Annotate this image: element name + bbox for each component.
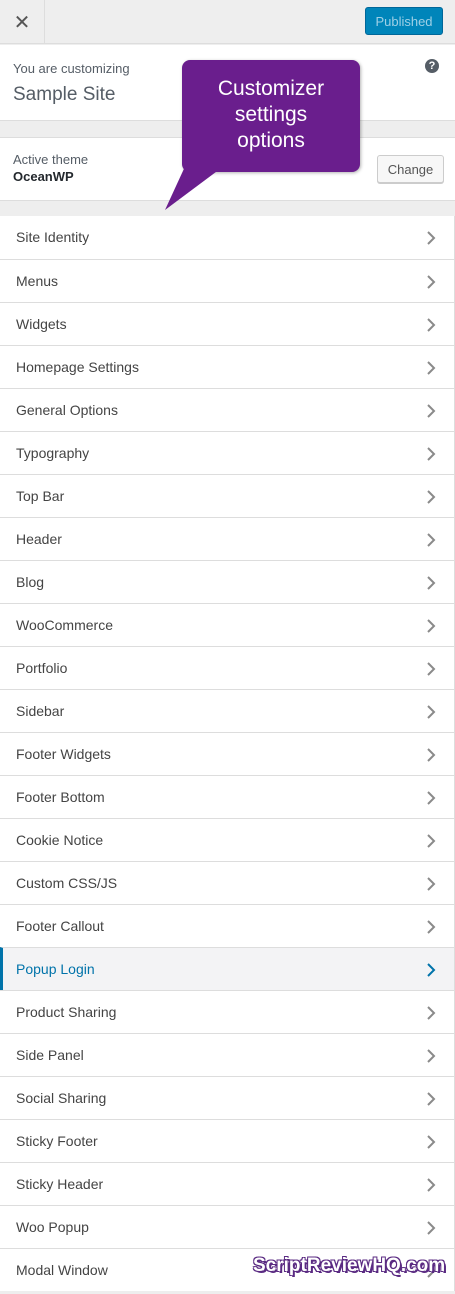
panel-item-label: Modal Window <box>16 1262 108 1278</box>
chevron-right-icon <box>426 876 436 892</box>
panel-item-label: Typography <box>16 445 90 461</box>
panel-item-footer-bottom[interactable]: Footer Bottom <box>0 775 455 818</box>
chevron-right-icon <box>426 919 436 935</box>
chevron-right-icon <box>426 1220 436 1236</box>
watermark: ScriptReviewHQ.com <box>253 1255 446 1276</box>
chevron-right-icon <box>426 962 436 978</box>
chevron-right-icon <box>426 704 436 720</box>
chevron-right-icon <box>426 274 436 290</box>
panel-item-label: Portfolio <box>16 660 68 676</box>
active-theme-name: OceanWP <box>13 169 74 184</box>
annotation-callout: Customizer settings options <box>182 60 360 172</box>
panel-item-label: Popup Login <box>16 961 95 977</box>
panel-item-social-sharing[interactable]: Social Sharing <box>0 1076 455 1119</box>
panel-item-label: WooCommerce <box>16 617 113 633</box>
chevron-right-icon <box>426 1091 436 1107</box>
panel-item-label: Footer Widgets <box>16 746 111 762</box>
panel-item-menus[interactable]: Menus <box>0 259 455 302</box>
chevron-right-icon <box>426 532 436 548</box>
active-theme-label: Active theme <box>13 152 89 167</box>
chevron-right-icon <box>426 661 436 677</box>
chevron-right-icon <box>426 833 436 849</box>
panel-item-homepage-settings[interactable]: Homepage Settings <box>0 345 455 388</box>
panel-item-sticky-header[interactable]: Sticky Header <box>0 1162 455 1205</box>
panel-item-sidebar[interactable]: Sidebar <box>0 689 455 732</box>
change-theme-button[interactable]: Change <box>377 155 444 183</box>
panel-item-site-identity[interactable]: Site Identity <box>0 216 455 259</box>
customizer-header: ✕ Published <box>0 0 455 44</box>
panel-item-product-sharing[interactable]: Product Sharing <box>0 990 455 1033</box>
panel-item-top-bar[interactable]: Top Bar <box>0 474 455 517</box>
panel-item-popup-login[interactable]: Popup Login <box>0 947 455 990</box>
panel-item-label: Footer Bottom <box>16 789 105 805</box>
panel-item-sticky-footer[interactable]: Sticky Footer <box>0 1119 455 1162</box>
callout-text: Customizer settings options <box>217 77 325 152</box>
panel-item-label: Social Sharing <box>16 1090 107 1106</box>
panel-item-label: Top Bar <box>16 488 65 504</box>
panel-item-typography[interactable]: Typography <box>0 431 455 474</box>
chevron-right-icon <box>426 790 436 806</box>
site-title: Sample Site <box>13 84 116 105</box>
chevron-right-icon <box>426 747 436 763</box>
panel-item-widgets[interactable]: Widgets <box>0 302 455 345</box>
panel-item-portfolio[interactable]: Portfolio <box>0 646 455 689</box>
panel-item-footer-widgets[interactable]: Footer Widgets <box>0 732 455 775</box>
chevron-right-icon <box>426 489 436 505</box>
chevron-right-icon <box>426 1177 436 1193</box>
panel-item-label: Homepage Settings <box>16 359 139 375</box>
panel-item-general-options[interactable]: General Options <box>0 388 455 431</box>
chevron-right-icon <box>426 1005 436 1021</box>
panel-item-custom-css-js[interactable]: Custom CSS/JS <box>0 861 455 904</box>
panel-item-label: Header <box>16 531 62 547</box>
panel-item-woo-popup[interactable]: Woo Popup <box>0 1205 455 1248</box>
chevron-right-icon <box>426 618 436 634</box>
panel-item-label: Sidebar <box>16 703 65 719</box>
panel-item-header[interactable]: Header <box>0 517 455 560</box>
chevron-right-icon <box>426 403 436 419</box>
panel-item-cookie-notice[interactable]: Cookie Notice <box>0 818 455 861</box>
panel-item-label: Sticky Header <box>16 1176 104 1192</box>
panel-item-label: Blog <box>16 574 45 590</box>
panel-item-side-panel[interactable]: Side Panel <box>0 1033 455 1076</box>
panel-item-label: General Options <box>16 402 118 418</box>
published-button[interactable]: Published <box>365 7 443 35</box>
panel-item-label: Site Identity <box>16 229 90 245</box>
panel-item-blog[interactable]: Blog <box>0 560 455 603</box>
panel-item-label: Sticky Footer <box>16 1133 98 1149</box>
chevron-right-icon <box>426 446 436 462</box>
panel-item-footer-callout[interactable]: Footer Callout <box>0 904 455 947</box>
chevron-right-icon <box>426 317 436 333</box>
panel-item-woocommerce[interactable]: WooCommerce <box>0 603 455 646</box>
panel-item-label: Custom CSS/JS <box>16 875 118 891</box>
panel-item-label: Widgets <box>16 316 67 332</box>
panel-item-label: Product Sharing <box>16 1004 117 1020</box>
customizer-panel-list: Site Identity Menus Widgets Homepage Settin… <box>0 216 455 1291</box>
close-icon[interactable]: ✕ <box>0 0 45 44</box>
customizing-label: You are customizing <box>13 61 130 76</box>
chevron-right-icon <box>426 1048 436 1064</box>
panel-item-label: Menus <box>16 273 59 289</box>
chevron-right-icon <box>426 230 436 246</box>
chevron-right-icon <box>426 360 436 376</box>
panel-item-label: Cookie Notice <box>16 832 104 848</box>
panel-item-label: Woo Popup <box>16 1219 89 1235</box>
callout-tail <box>165 160 232 210</box>
chevron-right-icon <box>426 575 436 591</box>
panel-item-label: Side Panel <box>16 1047 84 1063</box>
panel-item-label: Footer Callout <box>16 918 104 934</box>
help-icon[interactable]: ? <box>425 59 439 73</box>
chevron-right-icon <box>426 1134 436 1150</box>
